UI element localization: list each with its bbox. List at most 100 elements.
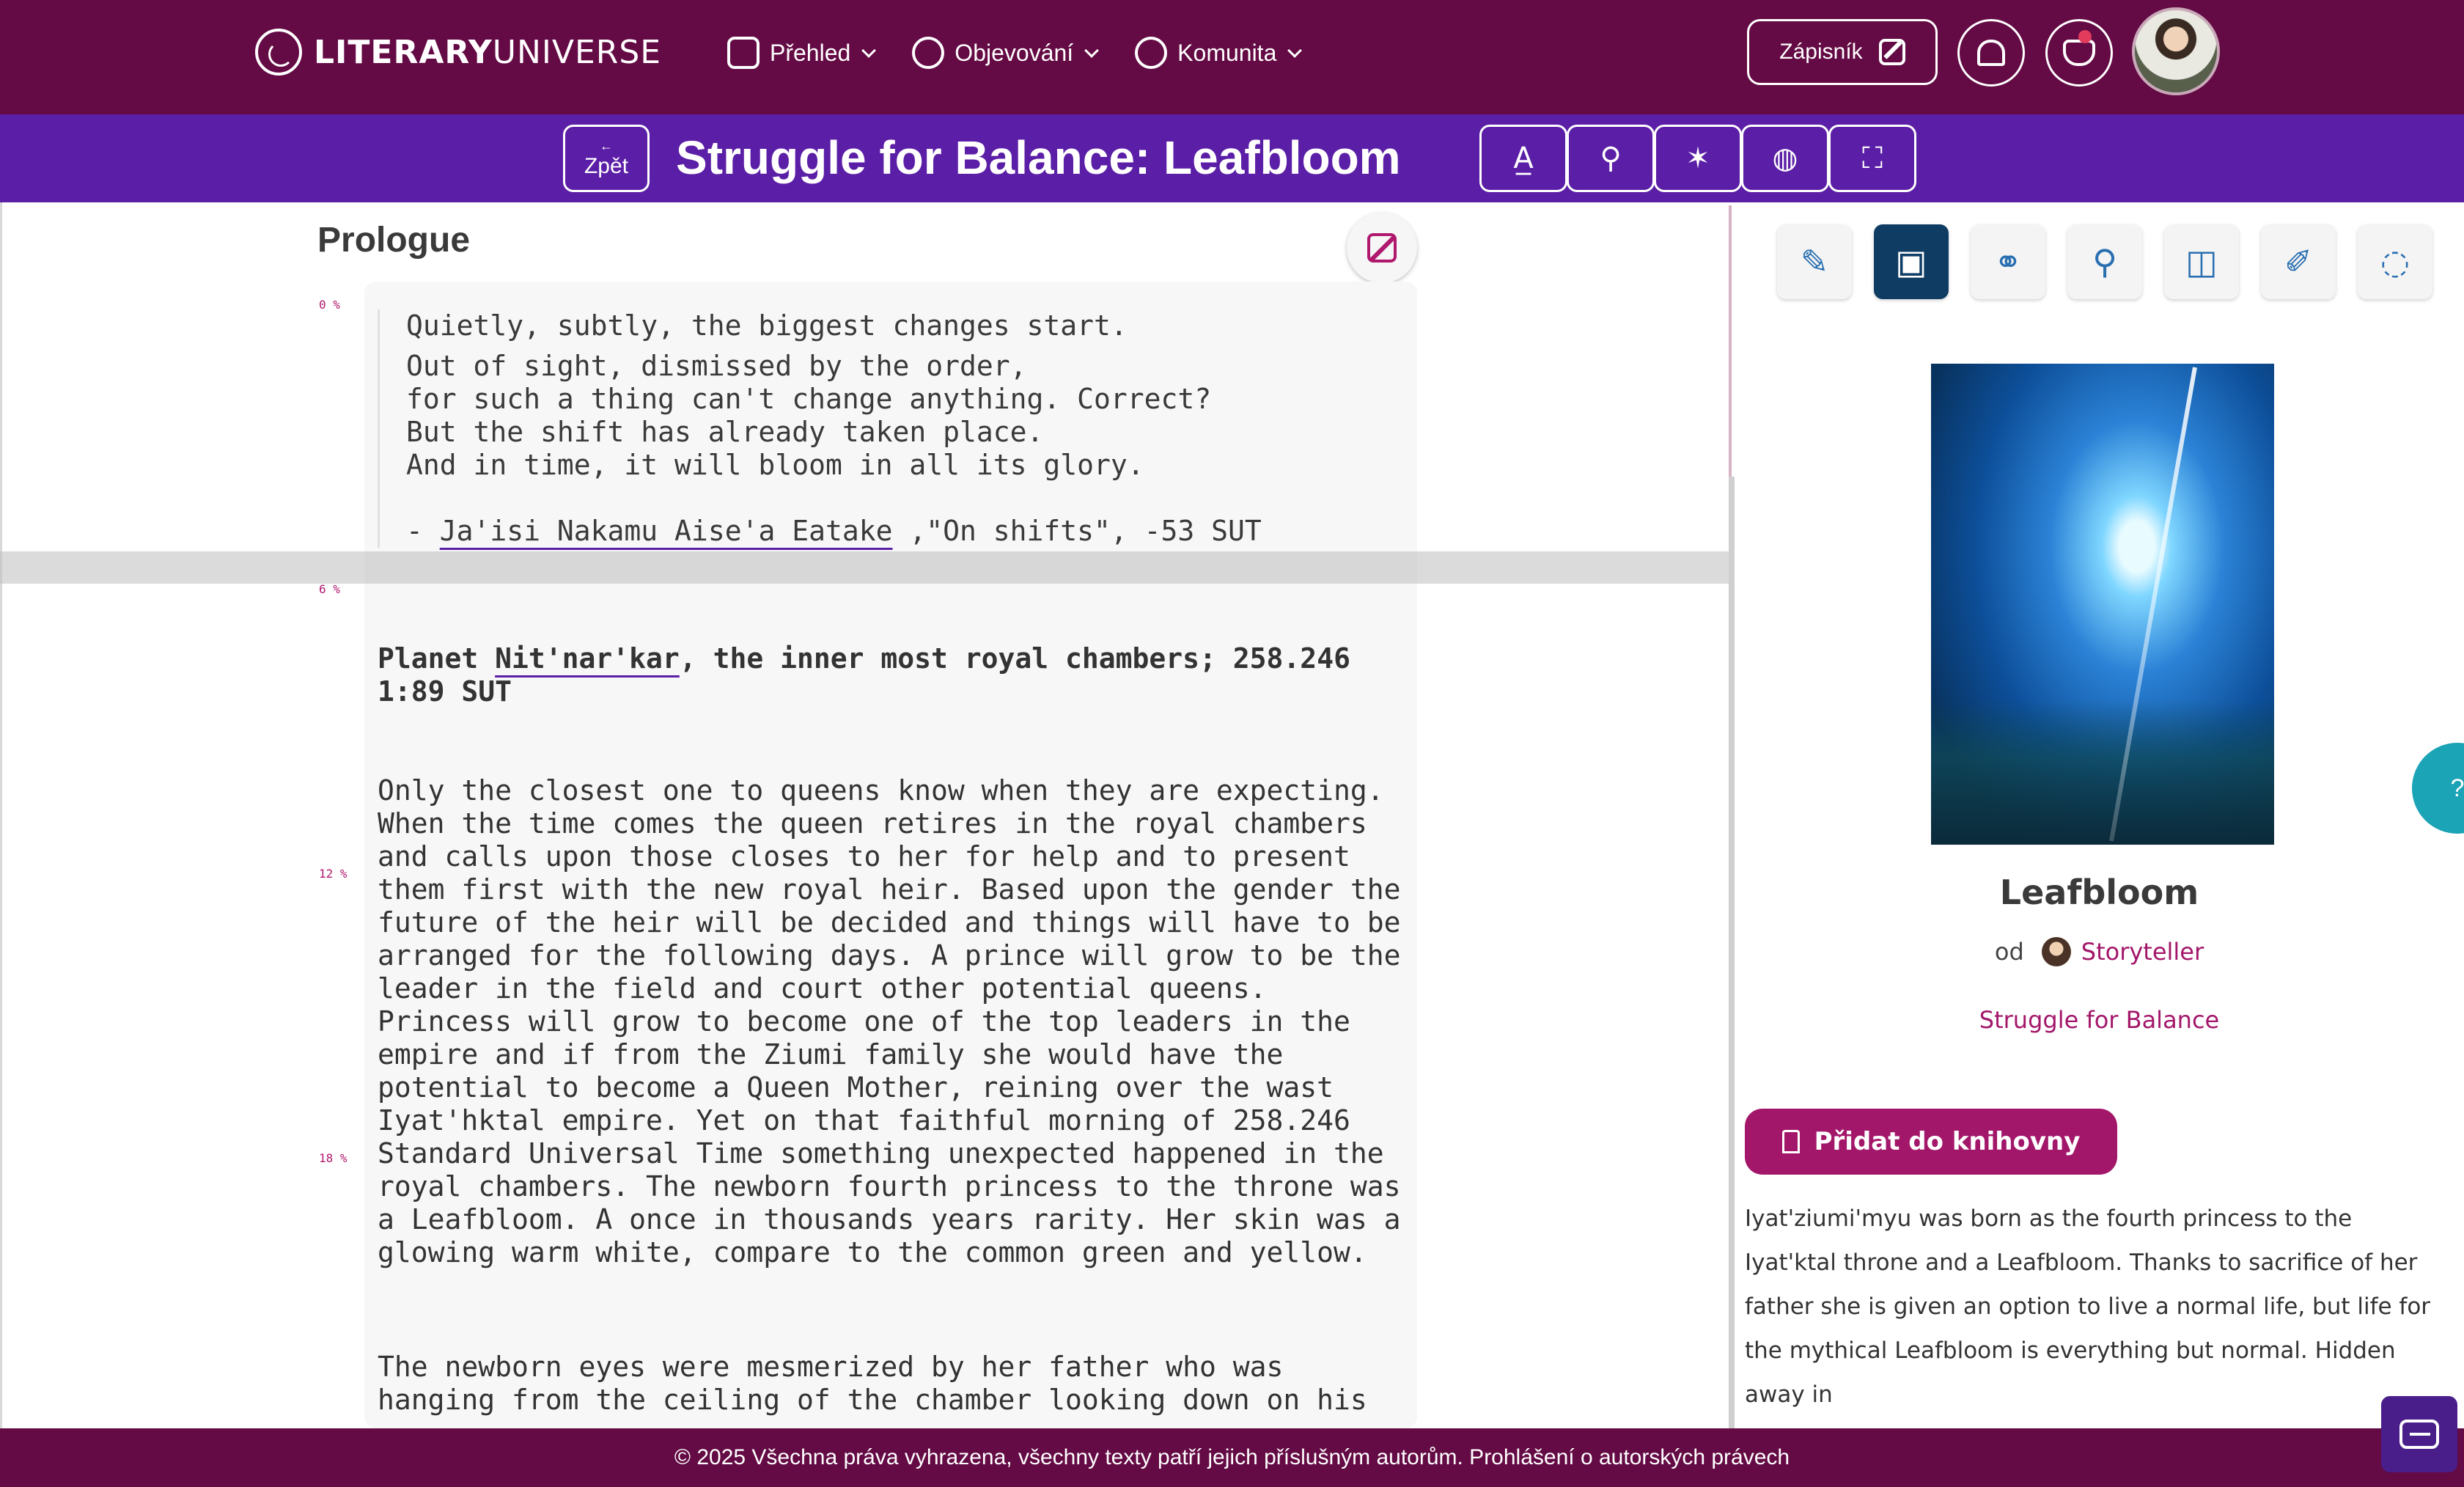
- sidebar-library-button[interactable]: ◫: [2164, 224, 2239, 299]
- pencil-icon: [1878, 39, 1905, 65]
- quote-source: ,"On shifts", -53 SUT: [892, 515, 1262, 547]
- mask-icon: [2063, 40, 2095, 66]
- bell-icon: [1977, 40, 2005, 66]
- menu-objevovani-label: Objevování: [955, 39, 1074, 66]
- quote-signature: - Ja'isi Nakamu Aise'a Eatake ,"On shift…: [406, 515, 1331, 548]
- book-sidebar: ✎ ▣ ⚭ ⚲ ◫ ✐ ◌ Leafbloom od Storyteller S…: [1735, 202, 2464, 1428]
- characters-button[interactable]: ✶: [1654, 125, 1742, 192]
- chapter-title: Prologue: [317, 221, 471, 260]
- progress-mark: 12 %: [319, 867, 347, 881]
- quote-line: Quietly, subtly, the biggest changes sta…: [406, 309, 1128, 342]
- location-pin-icon: ⚲: [1600, 142, 1622, 175]
- reader-toolbar: A̲ ⚲ ✶ ◍ ⛶: [1479, 125, 1916, 192]
- notification-dot: [2078, 30, 2092, 43]
- globe-icon: ◍: [1772, 142, 1798, 175]
- notebook-button[interactable]: Zápisník: [1747, 19, 1938, 85]
- add-to-library-label: Přidat do knihovny: [1814, 1127, 2081, 1156]
- sidebar-write-button[interactable]: ✎: [1777, 224, 1852, 299]
- edit-icon: ✐: [2284, 242, 2313, 282]
- scene-heading-time: 1:89 SUT: [378, 675, 512, 708]
- add-to-library-button[interactable]: Přidat do knihovny: [1745, 1109, 2117, 1175]
- sidebar-search-button[interactable]: ⚲: [2067, 224, 2142, 299]
- back-arrow-icon: ←: [600, 139, 613, 153]
- epigraph-quote: Quietly, subtly, the biggest changes sta…: [378, 309, 1331, 548]
- menu-prehled[interactable]: Přehled: [727, 32, 877, 73]
- site-footer: © 2025 Všechna práva vyhrazena, všechny …: [0, 1428, 2464, 1487]
- quote-line: But the shift has already taken place.: [406, 416, 1044, 448]
- by-label: od: [1994, 938, 2024, 966]
- notifications-button[interactable]: [1957, 19, 2025, 87]
- book-titlebar: ← Zpět Struggle for Balance: Leafbloom A…: [0, 114, 2464, 202]
- fullscreen-button[interactable]: ⛶: [1828, 125, 1916, 192]
- location-button[interactable]: ⚲: [1567, 125, 1655, 192]
- chevron-down-icon: [1084, 43, 1100, 58]
- reader-pane[interactable]: Prologue 0 % 6 % 12 % 18 % Quietly, subt…: [0, 202, 1730, 1428]
- scene-heading: Planet Nit'nar'kar, the inner most royal…: [378, 642, 1404, 708]
- book-byline: od Storyteller: [1735, 937, 2464, 966]
- series-link[interactable]: Struggle for Balance: [1735, 1006, 2464, 1034]
- chat-icon: [2399, 1420, 2439, 1449]
- world-button[interactable]: ◍: [1741, 125, 1829, 192]
- reader-scrollbar[interactable]: [1729, 477, 1735, 1430]
- quote-author-link[interactable]: Ja'isi Nakamu Aise'a Eatake: [440, 515, 893, 547]
- people-icon: [1135, 37, 1168, 69]
- scene-heading-post: , the inner most royal chambers; 258.246: [679, 642, 1350, 675]
- progress-mark: 6 %: [319, 582, 340, 596]
- messages-button[interactable]: [2045, 19, 2113, 87]
- pencil-icon: [1367, 233, 1397, 262]
- main-menu: Přehled Objevování Komunita: [727, 32, 1303, 73]
- bookmark-icon: [1781, 1130, 1800, 1153]
- quote-line: And in time, it will bloom in all its gl…: [406, 449, 1144, 481]
- sidebar-comment-button[interactable]: ◌: [2358, 224, 2432, 299]
- compass-icon: [912, 37, 945, 69]
- book-name: Leafbloom: [1999, 873, 2199, 912]
- logo-icon: [255, 29, 302, 76]
- author-avatar: [2041, 937, 2071, 966]
- comment-icon: ◌: [2380, 242, 2410, 282]
- menu-objevovani[interactable]: Objevování: [912, 32, 1100, 73]
- book-synopsis: Iyat'ziumi'myu was born as the fourth pr…: [1745, 1205, 2431, 1408]
- fullscreen-icon: ⛶: [1862, 142, 1883, 175]
- book-cover-image: [1931, 364, 2274, 845]
- paragraph: Only the closest one to queens know when…: [378, 774, 1401, 1268]
- footer-text: © 2025 Všechna práva vyhrazena, všechny …: [674, 1445, 1790, 1469]
- grid-icon: [727, 37, 760, 69]
- font-settings-icon: A̲: [1513, 142, 1534, 175]
- menu-komunita[interactable]: Komunita: [1135, 32, 1303, 73]
- chat-button[interactable]: [2381, 1396, 2457, 1472]
- chevron-down-icon: [861, 43, 877, 58]
- progress-mark: 0 %: [319, 298, 340, 312]
- menu-komunita-label: Komunita: [1177, 39, 1277, 66]
- quote-dash: -: [406, 515, 440, 547]
- book-title: Struggle for Balance: Leafbloom: [676, 131, 1401, 184]
- library-icon: ◫: [2185, 242, 2218, 282]
- sidebar-edit-button[interactable]: ✐: [2261, 224, 2336, 299]
- search-icon: ⚲: [2092, 242, 2117, 282]
- author-link[interactable]: Storyteller: [2081, 938, 2204, 966]
- chevron-down-icon: [1287, 43, 1303, 58]
- scene-heading-pre: Planet: [378, 642, 496, 675]
- top-navbar: LITERARYUNIVERSE Přehled Objevování Komu…: [0, 0, 2464, 114]
- planet-link[interactable]: Nit'nar'kar: [495, 642, 680, 675]
- link-icon: ⚭: [1993, 242, 2023, 282]
- pane-divider: [1729, 205, 1732, 477]
- edit-chapter-button[interactable]: [1347, 213, 1417, 283]
- font-settings-button[interactable]: A̲: [1479, 125, 1567, 192]
- menu-prehled-label: Přehled: [770, 39, 851, 66]
- progress-mark: 18 %: [319, 1151, 347, 1165]
- logo-text: LITERARYUNIVERSE: [314, 33, 662, 71]
- book-info-icon: ▣: [1895, 242, 1927, 282]
- site-logo[interactable]: LITERARYUNIVERSE: [255, 26, 661, 78]
- paragraph: The newborn eyes were mesmerized by her …: [378, 1351, 1367, 1416]
- back-button[interactable]: ← Zpět: [563, 125, 650, 192]
- character-icon: ✶: [1685, 142, 1710, 175]
- notebook-label: Zápisník: [1779, 40, 1863, 64]
- sidebar-book-info-button[interactable]: ▣: [1874, 224, 1949, 299]
- sidebar-toolbar: ✎ ▣ ⚭ ⚲ ◫ ✐ ◌: [1777, 224, 2432, 299]
- quote-line: Out of sight, dismissed by the order,: [406, 350, 1027, 382]
- sidebar-link-button[interactable]: ⚭: [1971, 224, 2045, 299]
- user-avatar[interactable]: [2132, 7, 2220, 95]
- write-icon: ✎: [1800, 242, 1829, 282]
- quote-line: for such a thing can't change anything. …: [406, 383, 1212, 415]
- back-label: Zpět: [584, 154, 629, 178]
